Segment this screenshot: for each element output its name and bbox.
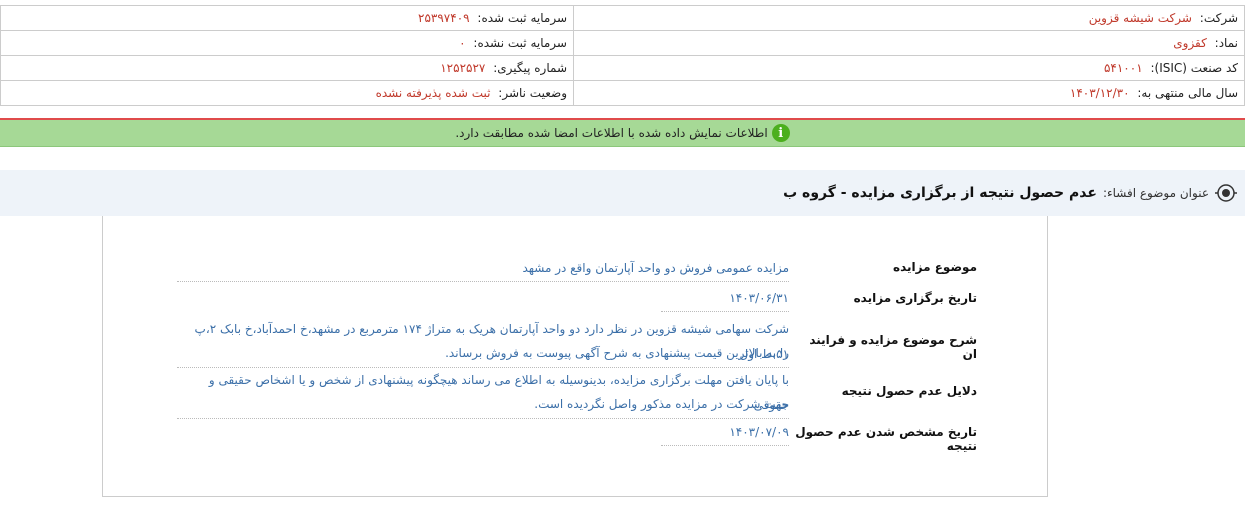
publisher-status-cell: وضعیت ناشر: ثبت شده پذیرفته نشده <box>0 80 574 106</box>
fiscal-value: ۱۴۰۳/۱۲/۳۰ <box>1069 86 1130 100</box>
auction-subject-value: مزایده عمومی فروش دو واحد آپارتمان واقع … <box>177 256 789 282</box>
description-label: شرح موضوع مزایده و فرایند ان <box>809 333 977 361</box>
capital-cell: سرمایه ثبت شده: ۲۵۳۹۷۴۰۹ <box>0 5 574 31</box>
reasons-value-line-2: جهت شرکت در مزایده مذکور واصل نگردیده اس… <box>534 397 789 411</box>
info-row: کد صنعت (ISIC): ۵۴۱۰۰۱ شماره پیگیری: ۱۲۵… <box>0 55 1245 81</box>
description-value-line-2: را به بالاترین قیمت پیشنهادی به شرح آگهی… <box>445 346 789 360</box>
isic-label: کد صنعت (ISIC): <box>1150 61 1238 75</box>
capital-label: سرمایه ثبت شده: <box>477 11 567 25</box>
tracking-label: شماره پیگیری: <box>493 61 567 75</box>
details-panel: موضوع مزایده مزایده عمومی فروش دو واحد آ… <box>102 216 1048 497</box>
unregistered-capital-value: ۰ <box>459 36 466 50</box>
tracking-value: ۱۲۵۲۵۲۷ <box>440 61 486 75</box>
notice-text: اطلاعات نمایش داده شده با اطلاعات امضا ش… <box>455 126 768 140</box>
publisher-status-value: ثبت شده پذیرفته نشده <box>375 86 491 100</box>
info-row: نماد: کقزوی سرمایه ثبت نشده: ۰ <box>0 30 1245 56</box>
company-info-table: شرکت: شرکت شیشه قزوین سرمایه ثبت شده: ۲۵… <box>0 5 1245 106</box>
subject-bar: عنوان موضوع افشاء: عدم حصول نتیجه از برگ… <box>0 170 1245 216</box>
reasons-label: دلایل عدم حصول نتیجه <box>841 384 977 398</box>
info-icon: i <box>771 124 790 142</box>
symbol-cell: نماد: کقزوی <box>573 30 1245 56</box>
symbol-label: نماد: <box>1214 36 1238 50</box>
subject-title: عدم حصول نتیجه از برگزاری مزایده - گروه … <box>783 185 1097 201</box>
info-row: شرکت: شرکت شیشه قزوین سرمایه ثبت شده: ۲۵… <box>0 5 1245 31</box>
company-value[interactable]: شرکت شیشه قزوین <box>1089 11 1192 25</box>
subject-label: عنوان موضوع افشاء: <box>1102 186 1209 200</box>
fiscal-label: سال مالی منتهی به: <box>1137 86 1238 100</box>
unregistered-capital-label: سرمایه ثبت نشده: <box>473 36 567 50</box>
auction-subject-label: موضوع مزایده <box>893 260 977 274</box>
company-label: شرکت: <box>1199 11 1238 25</box>
auction-date-label: تاریخ برگزاری مزایده <box>853 291 977 305</box>
tracking-cell: شماره پیگیری: ۱۲۵۲۵۲۷ <box>0 55 574 81</box>
isic-cell: کد صنعت (ISIC): ۵۴۱۰۰۱ <box>573 55 1245 81</box>
capital-value: ۲۵۳۹۷۴۰۹ <box>418 11 470 25</box>
info-row: سال مالی منتهی به: ۱۴۰۳/۱۲/۳۰ وضعیت ناشر… <box>0 80 1245 106</box>
isic-value: ۵۴۱۰۰۱ <box>1103 61 1143 75</box>
auction-date-value: ۱۴۰۳/۰۶/۳۱ <box>661 286 789 312</box>
result-date-label: تاریخ مشخص شدن عدم حصول نتیجه <box>795 425 977 453</box>
result-date-value: ۱۴۰۳/۰۷/۰۹ <box>661 420 789 446</box>
unregistered-capital-cell: سرمایه ثبت نشده: ۰ <box>0 30 574 56</box>
target-icon <box>1215 184 1237 202</box>
publisher-status-label: وضعیت ناشر: <box>498 86 567 100</box>
fiscal-cell: سال مالی منتهی به: ۱۴۰۳/۱۲/۳۰ <box>573 80 1245 106</box>
company-cell: شرکت: شرکت شیشه قزوین <box>573 5 1245 31</box>
symbol-value[interactable]: کقزوی <box>1173 36 1207 50</box>
verification-notice: i اطلاعات نمایش داده شده با اطلاعات امضا… <box>0 120 1245 147</box>
